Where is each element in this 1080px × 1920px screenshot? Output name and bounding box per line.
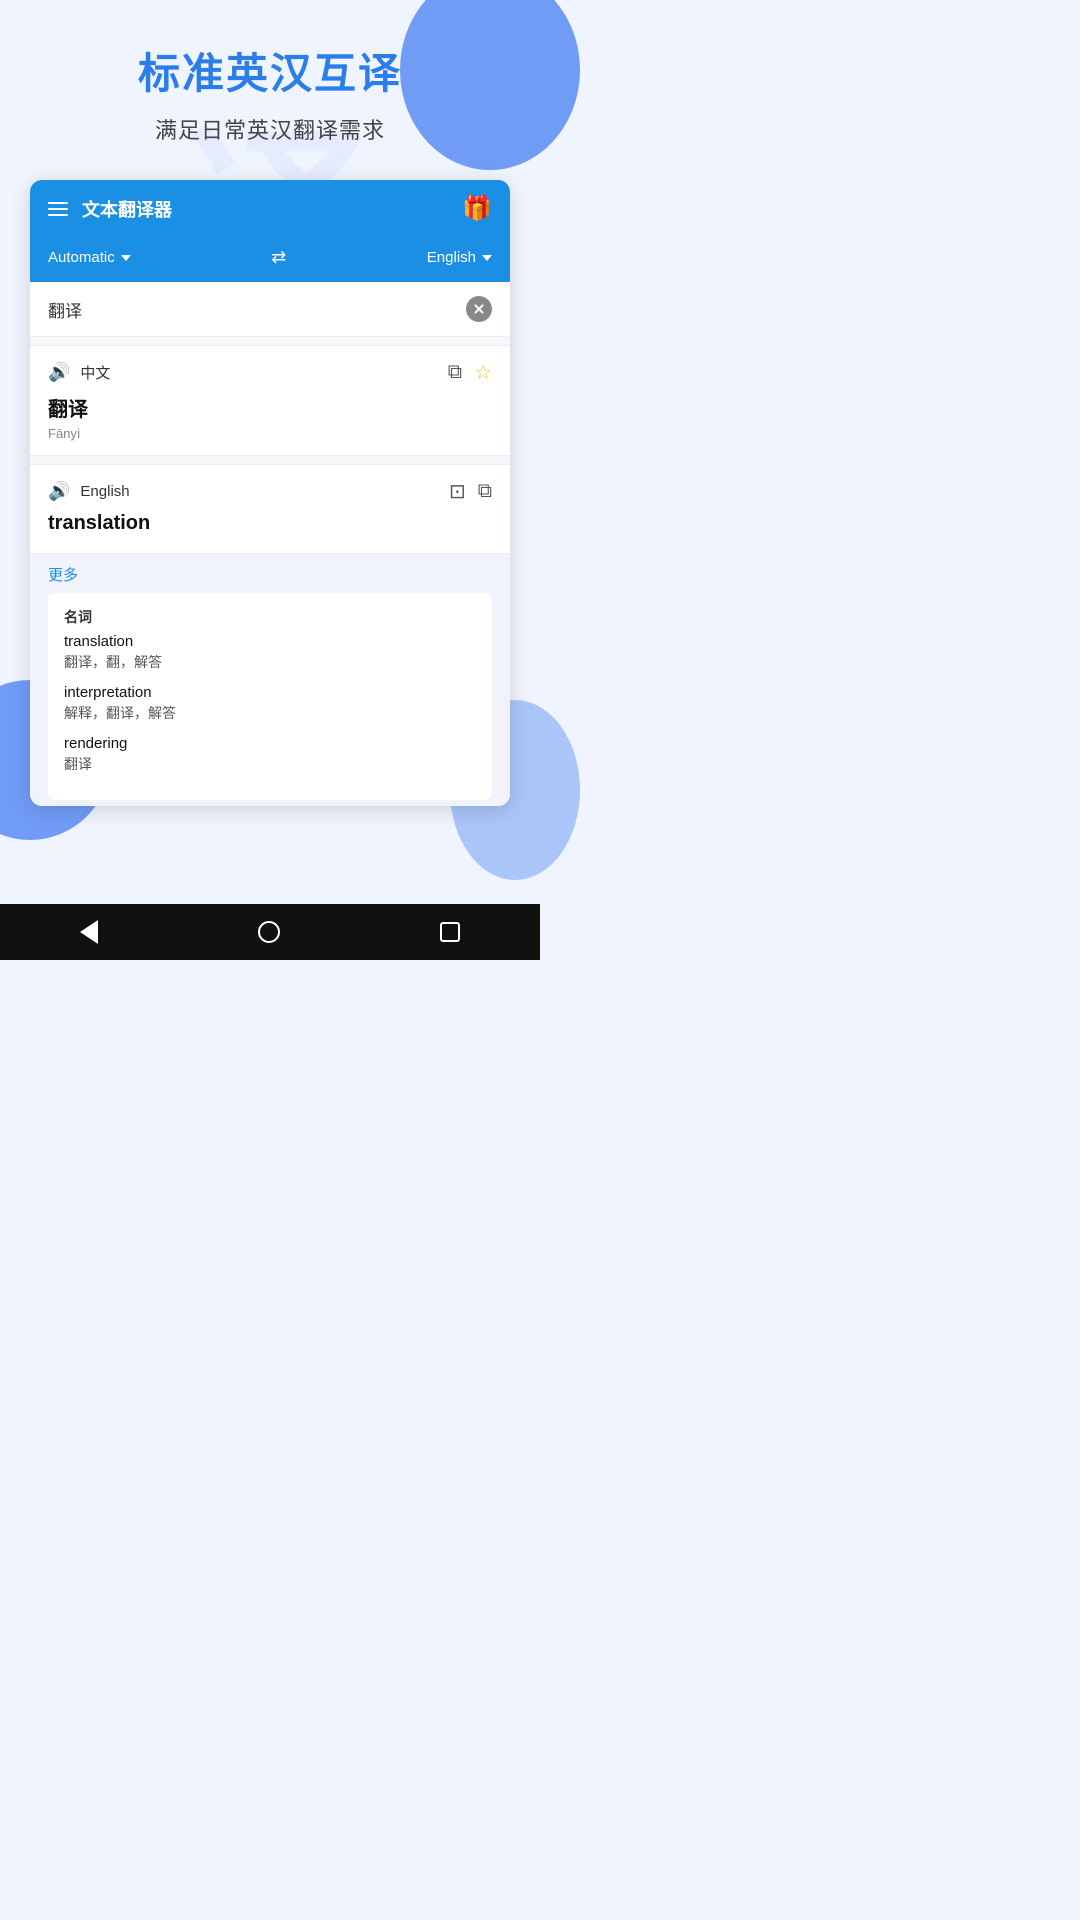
word-entry-1: translation 翻译，翻，解答	[64, 633, 476, 672]
word-english-1: translation	[64, 633, 476, 650]
word-class: 名词	[64, 607, 476, 627]
source-language-button[interactable]: Automatic	[48, 249, 131, 266]
hero-subtitle: 满足日常英汉翻译需求	[30, 113, 510, 145]
english-copy-icon[interactable]: ⧉	[478, 480, 492, 503]
hamburger-menu-icon[interactable]	[48, 202, 68, 216]
word-chinese-3: 翻译	[64, 754, 476, 774]
english-result-actions: ⊡ ⧉	[449, 479, 492, 504]
target-language-button[interactable]: English	[427, 249, 492, 266]
word-entry-2: interpretation 解释，翻译，解答	[64, 684, 476, 723]
more-section: 更多 名词 translation 翻译，翻，解答 interpretation…	[30, 554, 510, 806]
word-entry-3: rendering 翻译	[64, 735, 476, 774]
chinese-speaker-icon[interactable]: 🔊	[48, 362, 70, 383]
nav-back-button[interactable]	[80, 920, 98, 944]
english-lang-label: 🔊 English	[48, 481, 130, 502]
hero-section: 标准英汉互译 满足日常英汉翻译需求	[0, 0, 540, 165]
chinese-copy-icon[interactable]: ⧉	[448, 361, 462, 384]
nav-home-button[interactable]	[258, 921, 280, 943]
target-lang-arrow-icon	[482, 255, 492, 261]
input-area: 翻译	[30, 282, 510, 337]
source-lang-arrow-icon	[121, 255, 131, 261]
english-result-section: 🔊 English ⊡ ⧉ translation	[30, 464, 510, 554]
back-icon	[80, 920, 98, 944]
app-card: 文本翻译器 🎁 Automatic ⇄ English 翻译	[30, 180, 510, 806]
chinese-lang-name: 中文	[80, 362, 110, 383]
chinese-result-actions: ⧉ ☆	[448, 360, 492, 385]
english-open-icon[interactable]: ⊡	[449, 479, 466, 504]
chinese-result-text: 翻译	[48, 393, 492, 422]
word-english-2: interpretation	[64, 684, 476, 701]
word-chinese-2: 解释，翻译，解答	[64, 703, 476, 723]
nav-recent-button[interactable]	[440, 922, 460, 942]
source-language-label: Automatic	[48, 249, 115, 266]
chinese-lang-label: 🔊 中文	[48, 362, 110, 383]
word-english-3: rendering	[64, 735, 476, 752]
language-bar: Automatic ⇄ English	[30, 237, 510, 282]
chinese-result-pinyin: Fānyì	[48, 426, 492, 441]
more-label: 更多	[48, 564, 492, 585]
app-header: 文本翻译器 🎁	[30, 180, 510, 237]
input-text[interactable]: 翻译	[48, 297, 466, 322]
hero-title: 标准英汉互译	[30, 40, 510, 101]
app-header-left: 文本翻译器	[48, 196, 172, 222]
word-chinese-1: 翻译，翻，解答	[64, 652, 476, 672]
chinese-result-section: 🔊 中文 ⧉ ☆ 翻译 Fānyì	[30, 345, 510, 456]
bottom-nav	[0, 904, 540, 960]
english-result-text: translation	[48, 512, 492, 535]
chinese-result-header: 🔊 中文 ⧉ ☆	[48, 360, 492, 385]
target-language-label: English	[427, 249, 476, 266]
recent-icon	[440, 922, 460, 942]
english-speaker-icon[interactable]: 🔊	[48, 481, 70, 502]
chinese-star-icon[interactable]: ☆	[474, 360, 492, 385]
home-icon	[258, 921, 280, 943]
swap-languages-icon[interactable]: ⇄	[271, 247, 286, 268]
english-result-header: 🔊 English ⊡ ⧉	[48, 479, 492, 504]
main-content: 标准英汉互译 满足日常英汉翻译需求 文本翻译器 🎁 Automatic ⇄	[0, 0, 540, 960]
more-content: 名词 translation 翻译，翻，解答 interpretation 解释…	[48, 593, 492, 800]
gift-icon[interactable]: 🎁	[462, 194, 492, 223]
clear-button[interactable]	[466, 296, 492, 322]
english-lang-name: English	[80, 483, 129, 500]
app-title: 文本翻译器	[82, 196, 172, 222]
